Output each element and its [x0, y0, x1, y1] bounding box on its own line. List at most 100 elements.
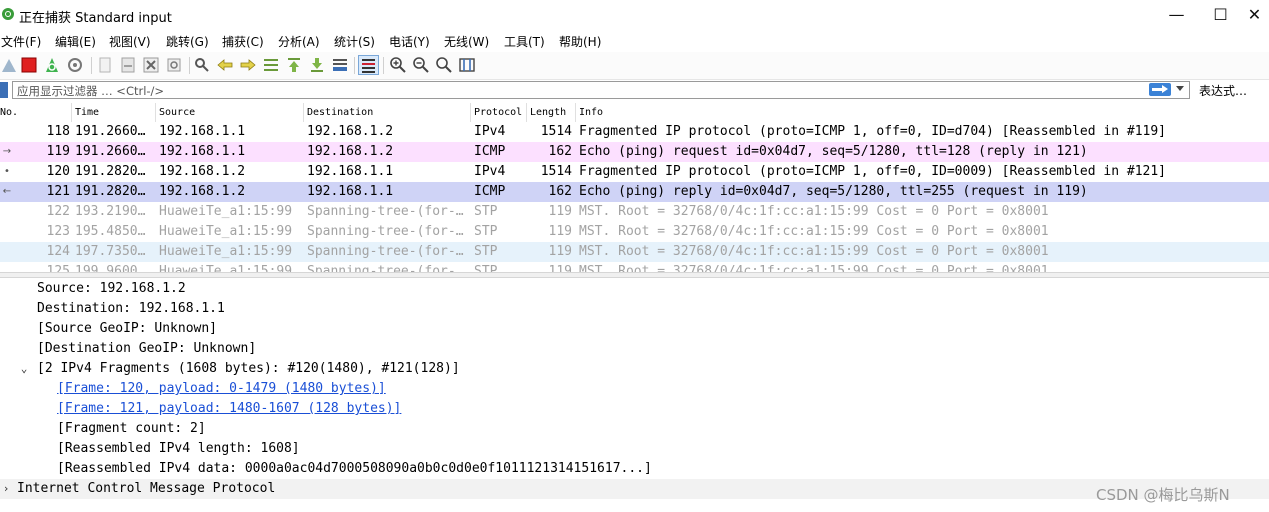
colorize-icon[interactable]: [358, 55, 379, 75]
menu-view[interactable]: 视图(V): [109, 33, 151, 50]
cell-destination: Spanning-tree-(for-…: [307, 264, 464, 272]
go-back-icon[interactable]: [216, 56, 234, 74]
save-file-icon[interactable]: [119, 56, 137, 74]
close-button[interactable]: ✕: [1240, 0, 1269, 30]
menu-file[interactable]: 文件(F): [1, 33, 41, 50]
cell-source: 192.168.1.2: [159, 184, 246, 199]
last-packet-icon[interactable]: [308, 56, 326, 74]
packet-row[interactable]: 124 197.7350… HuaweiTe_a1:15:99 Spanning-tr…: [0, 242, 1269, 262]
packet-row[interactable]: → 119 191.2660… 192.168.1.1 192.168.1.2 ICMP 1…: [0, 142, 1269, 162]
expand-chevron-right-icon[interactable]: ›: [0, 479, 12, 499]
filter-placeholder: 应用显示过滤器 … <Ctrl-/>: [17, 84, 165, 98]
frame-link[interactable]: [Frame: 121, payload: 1480-1607 (128 byt…: [57, 399, 401, 419]
resize-columns-icon[interactable]: [458, 56, 476, 74]
first-packet-icon[interactable]: [285, 56, 303, 74]
detail-line[interactable]: [Source GeoIP: Unknown]: [0, 319, 1269, 339]
find-packet-icon[interactable]: [193, 56, 211, 74]
close-file-icon[interactable]: [142, 56, 160, 74]
detail-line[interactable]: Source: 192.168.1.2: [0, 279, 1269, 299]
detail-line[interactable]: [Reassembled IPv4 data: 0000a0ac04d70005…: [0, 459, 1269, 479]
go-to-packet-icon[interactable]: [262, 56, 280, 74]
detail-line[interactable]: [Fragment count: 2]: [0, 419, 1269, 439]
cell-length: 162: [548, 184, 572, 199]
menu-analyze[interactable]: 分析(A): [278, 33, 320, 50]
cell-source: HuaweiTe_a1:15:99: [159, 204, 293, 219]
zoom-in-icon[interactable]: [389, 56, 407, 74]
maximize-button[interactable]: ☐: [1198, 0, 1243, 30]
zoom-out-icon[interactable]: [412, 56, 430, 74]
start-capture-icon[interactable]: [0, 56, 18, 74]
cell-source: 192.168.1.2: [159, 164, 246, 179]
packet-row[interactable]: 125 199.9600… HuaweiTe_a1:15:99 Spanning-tr…: [0, 262, 1269, 272]
detail-link-line[interactable]: [Frame: 120, payload: 0-1479 (1480 bytes…: [0, 379, 1269, 399]
cell-protocol: IPv4: [474, 124, 506, 139]
menu-bar: 文件(F) 编辑(E) 视图(V) 跳转(G) 捕获(C) 分析(A) 统计(S…: [0, 30, 1269, 52]
frame-link[interactable]: [Frame: 120, payload: 0-1479 (1480 bytes…: [57, 379, 386, 399]
cell-time: 197.7350…: [75, 244, 146, 259]
cell-destination: 192.168.1.2: [307, 124, 394, 139]
column-header-source[interactable]: Source: [156, 103, 304, 122]
column-header-info[interactable]: Info: [576, 103, 1269, 122]
detail-line[interactable]: ⌄ [2 IPv4 Fragments (1608 bytes): #120(14…: [0, 359, 1269, 379]
cell-info: Fragmented IP protocol (proto=ICMP 1, of…: [579, 164, 1166, 179]
watermark-text: CSDN @梅比乌斯N: [1096, 486, 1230, 504]
packet-list-header: No. Time Source Destination Protocol Len…: [0, 103, 1269, 123]
cell-length: 1514: [540, 164, 572, 179]
packet-row[interactable]: 122 193.2190… HuaweiTe_a1:15:99 Spanning-tr…: [0, 202, 1269, 222]
restart-capture-icon[interactable]: [43, 56, 61, 74]
cell-info: MST. Root = 32768/0/4c:1f:cc:a1:15:99 Co…: [579, 244, 1049, 259]
packet-row[interactable]: 123 195.4850… HuaweiTe_a1:15:99 Spanning-tr…: [0, 222, 1269, 242]
stop-capture-icon[interactable]: [20, 56, 38, 74]
display-filter-input[interactable]: 应用显示过滤器 … <Ctrl-/>: [12, 81, 1190, 99]
detail-line[interactable]: [Destination GeoIP: Unknown]: [0, 339, 1269, 359]
column-header-destination[interactable]: Destination: [304, 103, 471, 122]
menu-capture[interactable]: 捕获(C): [222, 33, 264, 50]
cell-info: MST. Root = 32768/0/4c:1f:cc:a1:15:99 Co…: [579, 224, 1049, 239]
expression-button[interactable]: 表达式…: [1199, 82, 1247, 99]
capture-options-icon[interactable]: [66, 56, 84, 74]
pane-splitter[interactable]: [0, 272, 1269, 278]
detail-line[interactable]: [Reassembled IPv4 length: 1608]: [0, 439, 1269, 459]
cell-time: 199.9600…: [75, 264, 146, 272]
column-header-time[interactable]: Time: [72, 103, 156, 122]
detail-text: [Reassembled IPv4 data: 0000a0ac04d70005…: [57, 461, 652, 476]
cell-length: 119: [548, 264, 572, 272]
packet-details-tree: Source: 192.168.1.2 Destination: 192.168.…: [0, 279, 1269, 512]
related-packet-marker-icon: [0, 202, 14, 222]
menu-wireless[interactable]: 无线(W): [444, 33, 489, 50]
autoscroll-icon[interactable]: [331, 56, 349, 74]
detail-line[interactable]: › Internet Control Message Protocol: [0, 479, 1269, 499]
title-bar: 正在捕获 Standard input — ☐ ✕: [0, 0, 1269, 30]
cell-info: Echo (ping) request id=0x04d7, seq=5/128…: [579, 144, 1088, 159]
detail-text: [2 IPv4 Fragments (1608 bytes): #120(148…: [37, 361, 460, 376]
packet-row[interactable]: ← 121 191.2820… 192.168.1.2 192.168.1.1 ICMP 1…: [0, 182, 1269, 202]
detail-line[interactable]: Destination: 192.168.1.1: [0, 299, 1269, 319]
filter-dropdown-chevron-icon[interactable]: [1176, 86, 1184, 91]
column-header-length[interactable]: Length: [527, 103, 576, 122]
go-forward-icon[interactable]: [239, 56, 257, 74]
menu-statistics[interactable]: 统计(S): [334, 33, 375, 50]
cell-info: Fragmented IP protocol (proto=ICMP 1, of…: [579, 124, 1166, 139]
reload-file-icon[interactable]: [165, 56, 183, 74]
filter-bookmark-icon[interactable]: [0, 82, 8, 98]
column-header-protocol[interactable]: Protocol: [471, 103, 527, 122]
normal-size-icon[interactable]: [435, 56, 453, 74]
menu-telephony[interactable]: 电话(Y): [389, 33, 430, 50]
wireshark-logo-icon: [2, 8, 14, 20]
expand-chevron-down-icon[interactable]: ⌄: [18, 359, 30, 379]
packet-row[interactable]: 118 191.2660… 192.168.1.1 192.168.1.2 IPv4 15…: [0, 122, 1269, 142]
cell-info: MST. Root = 32768/0/4c:1f:cc:a1:15:99 Co…: [579, 264, 1049, 272]
cell-time: 191.2820…: [75, 164, 146, 179]
apply-filter-arrow-icon[interactable]: [1149, 83, 1171, 96]
menu-tools[interactable]: 工具(T): [504, 33, 545, 50]
related-packet-marker-icon: •: [4, 166, 10, 177]
cell-protocol: ICMP: [474, 144, 506, 159]
detail-link-line[interactable]: [Frame: 121, payload: 1480-1607 (128 byt…: [0, 399, 1269, 419]
open-file-icon[interactable]: [96, 56, 114, 74]
menu-go[interactable]: 跳转(G): [166, 33, 209, 50]
menu-edit[interactable]: 编辑(E): [55, 33, 96, 50]
column-header-no[interactable]: No.: [0, 103, 72, 122]
minimize-button[interactable]: —: [1154, 0, 1199, 30]
menu-help[interactable]: 帮助(H): [559, 33, 601, 50]
packet-row[interactable]: • 120 191.2820… 192.168.1.2 192.168.1.1 IPv4 1…: [0, 162, 1269, 182]
